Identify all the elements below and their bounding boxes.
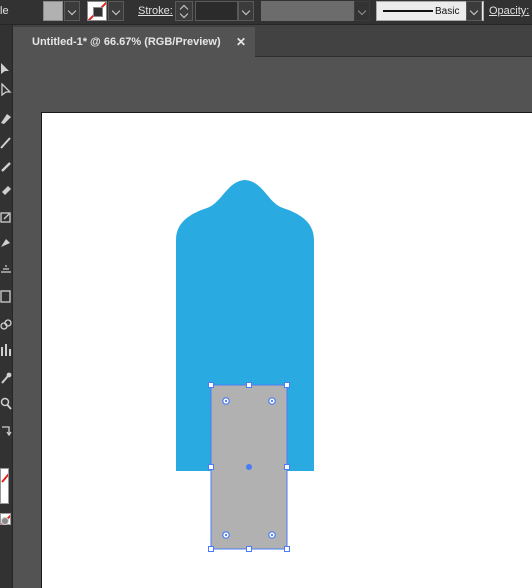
column-graph-tool-icon[interactable]	[0, 343, 12, 357]
zoom-tool-icon[interactable]	[0, 397, 12, 411]
brush-tool-icon[interactable]	[0, 159, 12, 173]
pencil-tool-icon[interactable]	[0, 135, 12, 149]
tools-panel	[0, 25, 13, 588]
document-tab[interactable]: Untitled-1* @ 66.67% (RGB/Preview) ✕	[13, 27, 255, 57]
stroke-color-swatch[interactable]	[87, 1, 107, 21]
center-point	[246, 464, 252, 470]
brush-profile-label: Basic	[435, 6, 460, 17]
stroke-weight-input[interactable]	[195, 1, 238, 21]
document-tab-title: Untitled-1* @ 66.67% (RGB/Preview)	[32, 36, 221, 48]
shape-builder-tool-icon[interactable]	[0, 261, 12, 275]
scale-tool-icon[interactable]	[0, 210, 12, 224]
direct-selection-tool-icon[interactable]	[0, 83, 12, 97]
fill-dropdown-chevron-icon[interactable]	[64, 1, 80, 21]
opacity-label-link[interactable]: Opacity:	[489, 5, 529, 17]
pen-tool-icon[interactable]	[0, 111, 12, 125]
width-tool-icon[interactable]	[0, 235, 12, 249]
artboard[interactable]	[41, 112, 532, 588]
stroke-weight-stepper[interactable]	[175, 1, 193, 21]
perspective-grid-tool-icon[interactable]	[0, 289, 12, 303]
stroke-weight-dropdown-chevron-icon[interactable]	[238, 1, 254, 21]
brush-stroke-preview	[383, 10, 433, 12]
variable-width-dropdown-chevron-icon[interactable]	[354, 1, 370, 21]
brush-profile-dropdown-chevron-icon[interactable]	[466, 1, 482, 21]
eyedropper-tool-icon[interactable]	[0, 371, 12, 385]
variable-width-field[interactable]	[261, 1, 354, 21]
stroke-label-link[interactable]: Stroke:	[138, 5, 173, 17]
fill-stroke-indicator[interactable]	[0, 468, 9, 504]
mesh-tool-icon[interactable]	[0, 317, 12, 331]
artwork[interactable]	[42, 113, 532, 588]
control-bar: le Stroke: Basic Opacity:	[0, 0, 532, 25]
control-bar-left-label: le	[0, 5, 9, 17]
draw-mode-icon[interactable]	[0, 514, 12, 528]
swap-fill-stroke-icon[interactable]	[0, 423, 12, 437]
eraser-tool-icon[interactable]	[0, 183, 12, 197]
stroke-dropdown-chevron-icon[interactable]	[108, 1, 124, 21]
fill-color-swatch[interactable]	[43, 1, 63, 21]
selection-tool-icon[interactable]	[0, 61, 12, 75]
close-tab-icon[interactable]: ✕	[236, 35, 246, 49]
